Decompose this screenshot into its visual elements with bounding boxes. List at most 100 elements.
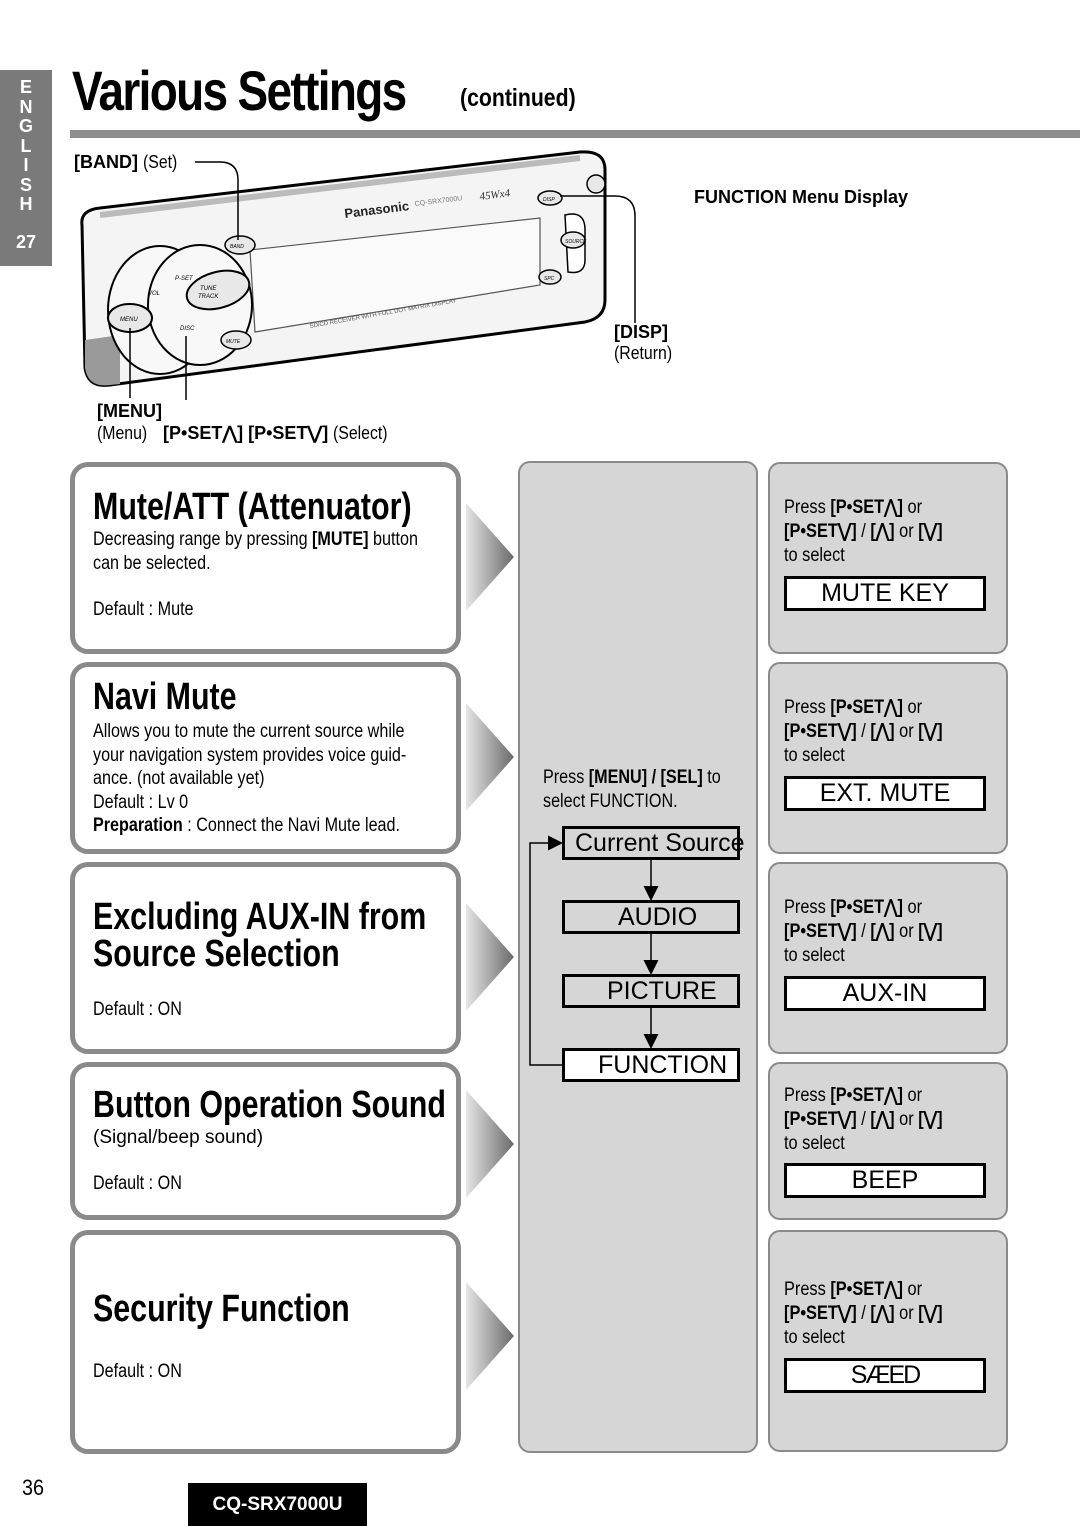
disp-key: [DISP] xyxy=(614,322,668,342)
page-title-continued: (continued) xyxy=(460,84,576,112)
text: button xyxy=(368,529,418,550)
page-title: Various Settings (continued) xyxy=(72,58,576,123)
lang-letter: N xyxy=(19,96,33,117)
text: / xyxy=(856,1303,871,1324)
pset-up-key: [P•SET⋀] xyxy=(830,697,904,718)
description-line: ance. (not available yet) xyxy=(93,768,265,789)
text: / xyxy=(856,721,871,742)
pset-up-key: [P•SET⋀] xyxy=(830,1085,904,1106)
text: Press xyxy=(784,1279,831,1300)
flow-step-picture: PICTURE xyxy=(562,974,740,1008)
setting-card-exclude-aux-in: Excluding AUX-IN from Source Selection D… xyxy=(70,862,461,1054)
lang-letter: H xyxy=(19,194,33,214)
instruction-line: Press [P•SET⋀] or xyxy=(784,896,943,920)
text: Press xyxy=(784,1085,831,1106)
select-panel-security: Press [P•SET⋀] or [P•SET⋁] / [⋀] or [⋁] … xyxy=(768,1230,1008,1452)
pset-up-key: [P•SET⋀] xyxy=(163,423,244,443)
setting-title: Navi Mute xyxy=(93,676,237,718)
pset-down-key: [P•SET⋁] xyxy=(784,521,857,542)
flow-step-label: AUDIO xyxy=(618,903,698,931)
flow-step-current-source: Current Source xyxy=(562,826,745,860)
lcd-display-value: EXT. MUTE xyxy=(784,776,986,811)
lang-letter: I xyxy=(23,155,29,175)
default-value: Default : Mute xyxy=(93,599,194,620)
flow-step-function: FUNCTION xyxy=(562,1048,740,1082)
pset-down-key: [P•SET⋁] xyxy=(784,921,857,942)
pset-up-key: [P•SET⋀] xyxy=(830,897,904,918)
down-key: [⋁] xyxy=(918,721,943,742)
text: / xyxy=(856,521,871,542)
flow-step-label: Current Source xyxy=(575,829,745,857)
up-key: [⋀] xyxy=(870,521,895,542)
instruction-line: Press [MENU] / [SEL] to xyxy=(543,766,721,790)
text: or xyxy=(894,921,919,942)
select-panel-beep: Press [P•SET⋀] or [P•SET⋁] / [⋀] or [⋁] … xyxy=(768,1062,1008,1220)
model-badge: CQ-SRX7000U xyxy=(188,1483,367,1526)
lcd-display-value: SÆED xyxy=(784,1358,986,1393)
language-side-tab: E N G L I S H 27 xyxy=(0,70,52,266)
preparation-label: Preparation xyxy=(93,815,183,836)
arrow-right-icon xyxy=(466,1090,514,1198)
default-value: Default : ON xyxy=(93,1361,182,1382)
select-instruction: Press [P•SET⋀] or [P•SET⋁] / [⋀] or [⋁] … xyxy=(784,496,943,568)
lcd-display-value: AUX-IN xyxy=(784,976,986,1011)
instruction-line: to select xyxy=(784,1327,845,1348)
svg-text:SPC: SPC xyxy=(544,276,555,282)
menu-key-label: [MENU] xyxy=(97,401,162,422)
arrow-right-icon xyxy=(466,903,514,1011)
page-title-main: Various Settings xyxy=(72,59,407,122)
text: Press xyxy=(543,767,589,788)
instruction-line: to select xyxy=(784,1133,845,1154)
svg-text:MENU: MENU xyxy=(120,317,138,323)
arrow-right-icon xyxy=(466,703,514,811)
text: to xyxy=(702,767,721,788)
text: / xyxy=(856,1109,871,1130)
instruction-line: Press [P•SET⋀] or xyxy=(784,1084,943,1108)
lcd-display-value: BEEP xyxy=(784,1163,986,1198)
text: or xyxy=(903,897,923,918)
up-key: [⋀] xyxy=(870,921,895,942)
setting-title: Mute/ATT (Attenuator) xyxy=(93,486,412,528)
svg-text:P-SET: P-SET xyxy=(175,276,194,282)
setting-description: Allows you to mute the current source wh… xyxy=(93,720,407,838)
instruction-line: to select xyxy=(784,945,845,966)
setting-card-security-function: Security Function Default : ON xyxy=(70,1230,461,1454)
setting-card-navi-mute: Navi Mute Allows you to mute the current… xyxy=(70,662,461,854)
default-value: Default : Lv 0 xyxy=(93,791,189,813)
section-number: 27 xyxy=(15,232,37,252)
text: or xyxy=(894,721,919,742)
lang-letter: S xyxy=(19,174,32,195)
text: or xyxy=(903,1279,923,1300)
text: or xyxy=(903,1085,923,1106)
default-value: Default : ON xyxy=(93,1173,182,1194)
menu-key: [MENU] xyxy=(97,401,162,421)
bold-text: [MUTE] xyxy=(312,529,369,550)
instruction-line: to select xyxy=(784,745,845,766)
down-key: [⋁] xyxy=(918,1303,943,1324)
svg-text:MUTE: MUTE xyxy=(226,339,241,345)
select-panel-aux-in: Press [P•SET⋀] or [P•SET⋁] / [⋀] or [⋁] … xyxy=(768,862,1008,1054)
instruction-line: Press [P•SET⋀] or xyxy=(784,496,943,520)
preparation-text: : Connect the Navi Mute lead. xyxy=(182,815,401,836)
function-menu-display-text: FUNCTION Menu Display xyxy=(694,187,909,207)
setting-title-line1: Excluding AUX-IN from xyxy=(93,896,427,938)
description-line: Decreasing range by pressing [MUTE] butt… xyxy=(93,528,418,552)
text: Press xyxy=(784,897,831,918)
language-letters: E N G L I S H xyxy=(0,77,52,215)
description-line: your navigation system provides voice gu… xyxy=(93,744,407,766)
default-value: Default : ON xyxy=(93,999,182,1020)
pset-down-key: [P•SET⋁] xyxy=(784,1109,857,1130)
function-menu-instruction: Press [MENU] / [SEL] to select FUNCTION. xyxy=(543,766,721,813)
instruction-line: [P•SET⋁] / [⋀] or [⋁] xyxy=(784,920,943,944)
up-key: [⋀] xyxy=(870,1109,895,1130)
instruction-line: [P•SET⋁] / [⋀] or [⋁] xyxy=(784,520,943,544)
menu-pset-label: (Menu) [P•SET⋀] [P•SET⋁] (Select) xyxy=(97,423,395,444)
flow-step-label: FUNCTION xyxy=(598,1051,728,1079)
instruction-line: [P•SET⋁] / [⋀] or [⋁] xyxy=(784,720,943,744)
select-panel-mute-key: Press [P•SET⋀] or [P•SET⋁] / [⋀] or [⋁] … xyxy=(768,462,1008,654)
pset-desc: (Select) xyxy=(333,423,388,443)
up-key: [⋀] xyxy=(870,1303,895,1324)
description-line: can be selected. xyxy=(93,552,211,574)
pset-down-key: [P•SET⋁] xyxy=(248,423,329,443)
svg-text:TUNE: TUNE xyxy=(200,286,217,292)
